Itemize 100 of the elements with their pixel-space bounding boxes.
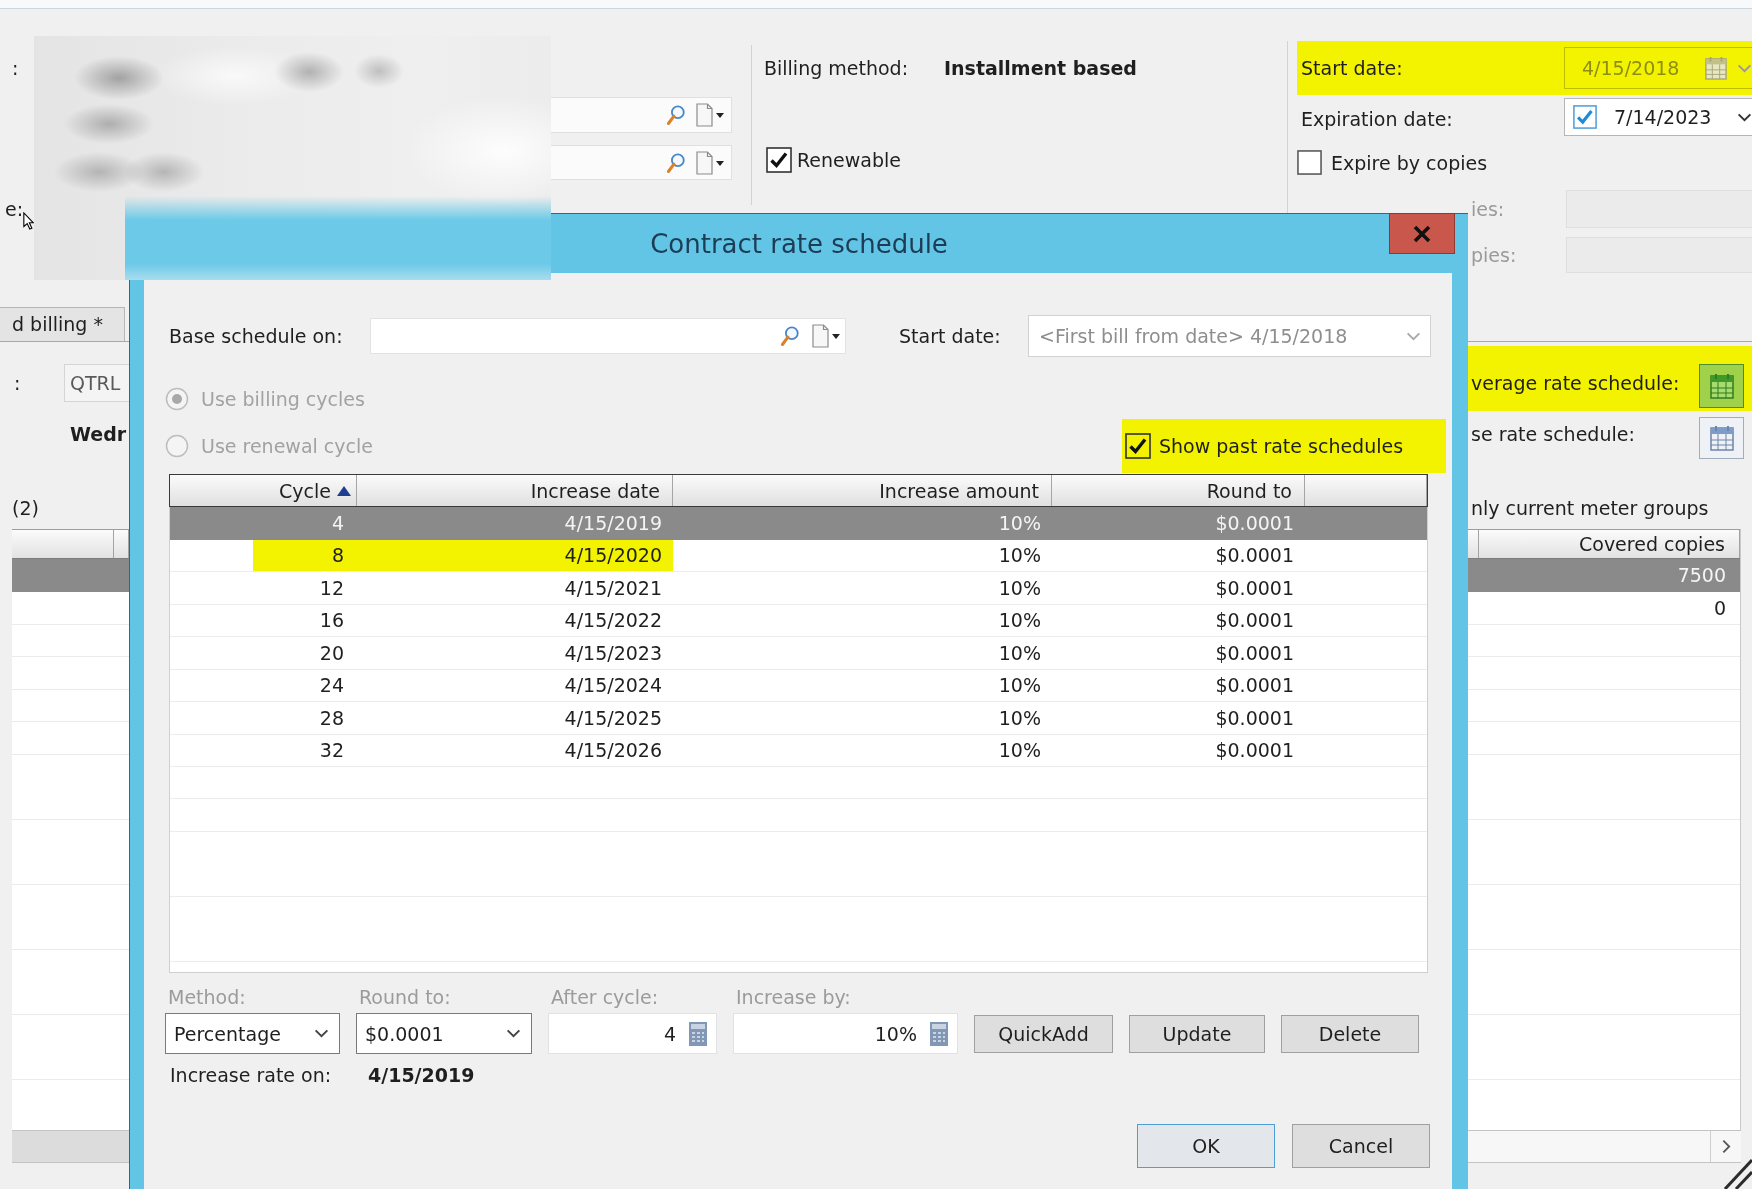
calendar-icon bbox=[1705, 56, 1727, 80]
field-value: Installment based bbox=[944, 56, 1137, 80]
tab[interactable]: d billing * bbox=[0, 307, 125, 341]
table-cell-text: 0 bbox=[1712, 596, 1727, 621]
column-header[interactable] bbox=[114, 530, 129, 558]
table-row[interactable]: 28 4/15/2025 10% $0.0001 bbox=[170, 702, 1427, 735]
action-button[interactable]: QuickAdd bbox=[974, 1014, 1113, 1053]
table-cell-text: 4/15/2022 bbox=[563, 608, 663, 634]
field-label: e: bbox=[5, 197, 24, 221]
lookup-field[interactable] bbox=[551, 97, 732, 133]
checkbox-label[interactable]: Show past rate schedules bbox=[1159, 434, 1404, 458]
table-cell-text: 7500 bbox=[1676, 563, 1727, 588]
field-label: Increase rate on: bbox=[170, 1063, 332, 1087]
document-dropdown-icon[interactable] bbox=[696, 103, 725, 127]
field-label: pies: bbox=[1471, 243, 1517, 267]
checkbox[interactable] bbox=[1297, 150, 1322, 175]
number-field[interactable]: 10% bbox=[733, 1013, 958, 1054]
table-cell-text: 24 bbox=[318, 673, 345, 699]
field-label: Expiration date: bbox=[1301, 107, 1453, 131]
chevron-down-icon bbox=[1737, 112, 1752, 122]
method-dropdown[interactable]: Percentage bbox=[165, 1013, 340, 1054]
table-cell-text: 32 bbox=[318, 738, 345, 764]
table-row[interactable]: 16 4/15/2022 10% $0.0001 bbox=[170, 604, 1427, 637]
schedule-button[interactable] bbox=[1699, 364, 1744, 408]
table-cell-text: 10% bbox=[997, 608, 1042, 634]
calendar-icon bbox=[1709, 373, 1734, 399]
table-cell-text: 4/15/2026 bbox=[563, 738, 663, 764]
calculator-icon[interactable] bbox=[689, 1021, 707, 1046]
search-icon[interactable] bbox=[666, 151, 686, 174]
document-dropdown-icon[interactable] bbox=[812, 324, 841, 348]
table-cell-text: 10% bbox=[997, 705, 1042, 731]
calculator-icon[interactable] bbox=[930, 1021, 948, 1046]
table-row[interactable]: 20 4/15/2023 10% $0.0001 bbox=[170, 637, 1427, 670]
table-cell-text: $0.0001 bbox=[1214, 640, 1295, 666]
checkbox-label: Renewable bbox=[797, 147, 901, 172]
field-value: Wedr bbox=[70, 422, 127, 446]
dialog-button[interactable]: OK bbox=[1137, 1124, 1275, 1168]
table-cell-text: $0.0001 bbox=[1214, 673, 1295, 699]
checkbox[interactable] bbox=[1125, 433, 1151, 459]
column-header[interactable] bbox=[1468, 530, 1479, 558]
scrollbar[interactable] bbox=[12, 1130, 129, 1163]
text-field[interactable]: QTRL bbox=[64, 364, 129, 402]
chevron-down-icon bbox=[314, 1029, 329, 1038]
lookup-field[interactable] bbox=[370, 318, 846, 354]
close-button[interactable] bbox=[1389, 213, 1455, 254]
column-header[interactable]: Increase date bbox=[357, 475, 673, 506]
table-row[interactable]: 8 4/15/2020 10% $0.0001 bbox=[170, 539, 1427, 572]
column-header[interactable]: Round to bbox=[1052, 475, 1305, 506]
field-label: ies: bbox=[1471, 197, 1505, 221]
table-cell-text: 10% bbox=[997, 673, 1042, 699]
field-label: Base schedule on: bbox=[169, 324, 343, 348]
table-cell-text: $0.0001 bbox=[1214, 575, 1295, 601]
action-button[interactable]: Update bbox=[1129, 1014, 1265, 1053]
chevron-down-icon bbox=[1737, 63, 1752, 73]
table-cell-text: 4 bbox=[330, 510, 345, 536]
table-cell-text: $0.0001 bbox=[1214, 608, 1295, 634]
table-cell: 8 bbox=[170, 539, 357, 571]
field-label: Increase by: bbox=[736, 985, 851, 1009]
table-cell-text: 10% bbox=[997, 640, 1042, 666]
field-label: Billing method: bbox=[764, 56, 909, 80]
field-label: Round to: bbox=[359, 985, 451, 1009]
rounding-dropdown[interactable]: $0.0001 bbox=[356, 1013, 532, 1054]
table-cell-text: 10% bbox=[997, 510, 1042, 536]
field-label: verage rate schedule: bbox=[1471, 371, 1680, 395]
option-label: nly current meter groups bbox=[1471, 496, 1709, 520]
sort-ascending-icon[interactable] bbox=[337, 485, 351, 496]
column-header[interactable]: Cycle bbox=[170, 475, 357, 506]
table-cell-text: 4/15/2023 bbox=[563, 640, 663, 666]
table-row[interactable]: 12 4/15/2021 10% $0.0001 bbox=[170, 572, 1427, 605]
number-field[interactable]: 4 bbox=[548, 1013, 717, 1054]
group-count: (2) bbox=[12, 496, 39, 520]
date-field[interactable]: 7/14/2023 bbox=[1564, 98, 1752, 136]
table-row[interactable]: 24 4/15/2024 10% $0.0001 bbox=[170, 669, 1427, 702]
table-cell-text: 4/15/2024 bbox=[563, 673, 663, 699]
chevron-down-icon bbox=[1406, 331, 1421, 341]
column-header[interactable]: Covered copies bbox=[1479, 530, 1740, 558]
search-icon[interactable] bbox=[780, 325, 800, 347]
lookup-field[interactable] bbox=[551, 145, 732, 180]
checkbox[interactable] bbox=[1573, 105, 1597, 129]
schedule-button[interactable] bbox=[1699, 417, 1744, 459]
field-label: Start date: bbox=[899, 324, 1001, 348]
field-label: : bbox=[14, 371, 21, 395]
action-button[interactable]: Delete bbox=[1281, 1014, 1419, 1053]
document-dropdown-icon[interactable] bbox=[696, 150, 725, 175]
chevron-right-icon bbox=[1721, 1139, 1731, 1154]
checkbox[interactable] bbox=[766, 146, 792, 173]
field-label: After cycle: bbox=[551, 985, 659, 1009]
table-cell-text: 20 bbox=[318, 640, 345, 666]
scrollbar[interactable] bbox=[1468, 1130, 1741, 1163]
column-header[interactable] bbox=[1305, 475, 1427, 506]
field-label: Method: bbox=[168, 985, 246, 1009]
table-cell-text: $0.0001 bbox=[1214, 543, 1295, 569]
table-cell-text: 16 bbox=[318, 608, 345, 634]
dialog-button[interactable]: Cancel bbox=[1292, 1124, 1430, 1168]
search-icon[interactable] bbox=[666, 104, 686, 126]
table-cell-text: 10% bbox=[997, 543, 1042, 569]
close-icon bbox=[1413, 224, 1431, 243]
column-header[interactable]: Increase amount bbox=[673, 475, 1052, 506]
field-label: Start date: bbox=[1301, 56, 1403, 80]
field-label: : bbox=[12, 56, 19, 80]
